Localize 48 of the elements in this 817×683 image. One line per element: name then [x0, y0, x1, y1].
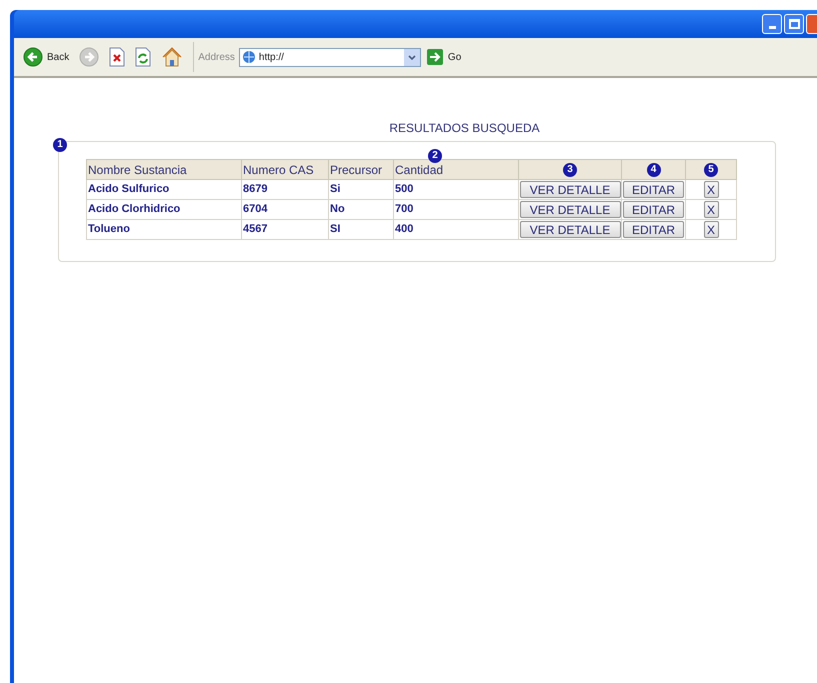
table-cell: Acido Sulfurico — [88, 183, 170, 196]
table-cell: Si — [330, 183, 340, 196]
maximize-button[interactable] — [784, 14, 804, 34]
column-header: Numero CAS — [243, 162, 314, 176]
stop-page-icon — [109, 47, 126, 67]
callout-marker: 2 — [428, 149, 442, 163]
column-header: Nombre Sustancia — [88, 162, 187, 176]
delete-button[interactable]: X — [704, 181, 718, 198]
home-button[interactable] — [161, 46, 184, 68]
table-cell: Tolueno — [88, 223, 130, 236]
globe-page-icon — [242, 50, 256, 64]
table-cell: SI — [330, 223, 340, 236]
callout-marker: 1 — [53, 138, 67, 152]
view-details-button[interactable]: VER DETALLE — [520, 181, 620, 198]
address-field[interactable]: http:// — [238, 48, 421, 66]
table-cell: 700 — [395, 203, 414, 216]
column-header: Cantidad — [395, 162, 444, 176]
callout-marker: 3 — [563, 163, 577, 177]
page-title: RESULTADOS BUSQUEDA — [388, 120, 541, 137]
minimize-button[interactable] — [762, 14, 782, 34]
table-cell: 400 — [395, 223, 414, 236]
dropdown-button[interactable] — [404, 48, 420, 66]
arrow-right-icon — [426, 48, 444, 66]
view-details-button[interactable]: VER DETALLE — [520, 201, 620, 218]
column-header: Precursor — [330, 162, 382, 176]
address-label: Address — [198, 50, 235, 64]
refresh-page-icon — [135, 47, 152, 67]
chevron-down-icon — [408, 54, 416, 60]
table-cell: No — [330, 203, 345, 216]
go-button[interactable]: Go — [426, 48, 462, 66]
edit-button[interactable]: EDITAR — [623, 181, 684, 198]
callout-marker: 5 — [704, 163, 718, 177]
home-icon — [161, 46, 184, 68]
edit-button[interactable]: EDITAR — [623, 221, 684, 238]
table-cell: 8679 — [243, 183, 268, 196]
edit-button[interactable]: EDITAR — [623, 201, 684, 218]
refresh-button[interactable] — [135, 47, 152, 67]
stop-button[interactable] — [109, 47, 126, 67]
close-button[interactable] — [806, 14, 817, 34]
view-details-button[interactable]: VER DETALLE — [520, 221, 620, 238]
delete-button[interactable]: X — [704, 221, 718, 238]
table-cell: 500 — [395, 183, 414, 196]
callout-marker: 4 — [646, 163, 660, 177]
delete-button[interactable]: X — [704, 201, 718, 218]
table-cell: 4567 — [243, 223, 268, 236]
back-button[interactable]: Back — [23, 47, 70, 67]
table-cell: 6704 — [243, 203, 268, 216]
table-cell: Acido Clorhidrico — [88, 203, 180, 216]
